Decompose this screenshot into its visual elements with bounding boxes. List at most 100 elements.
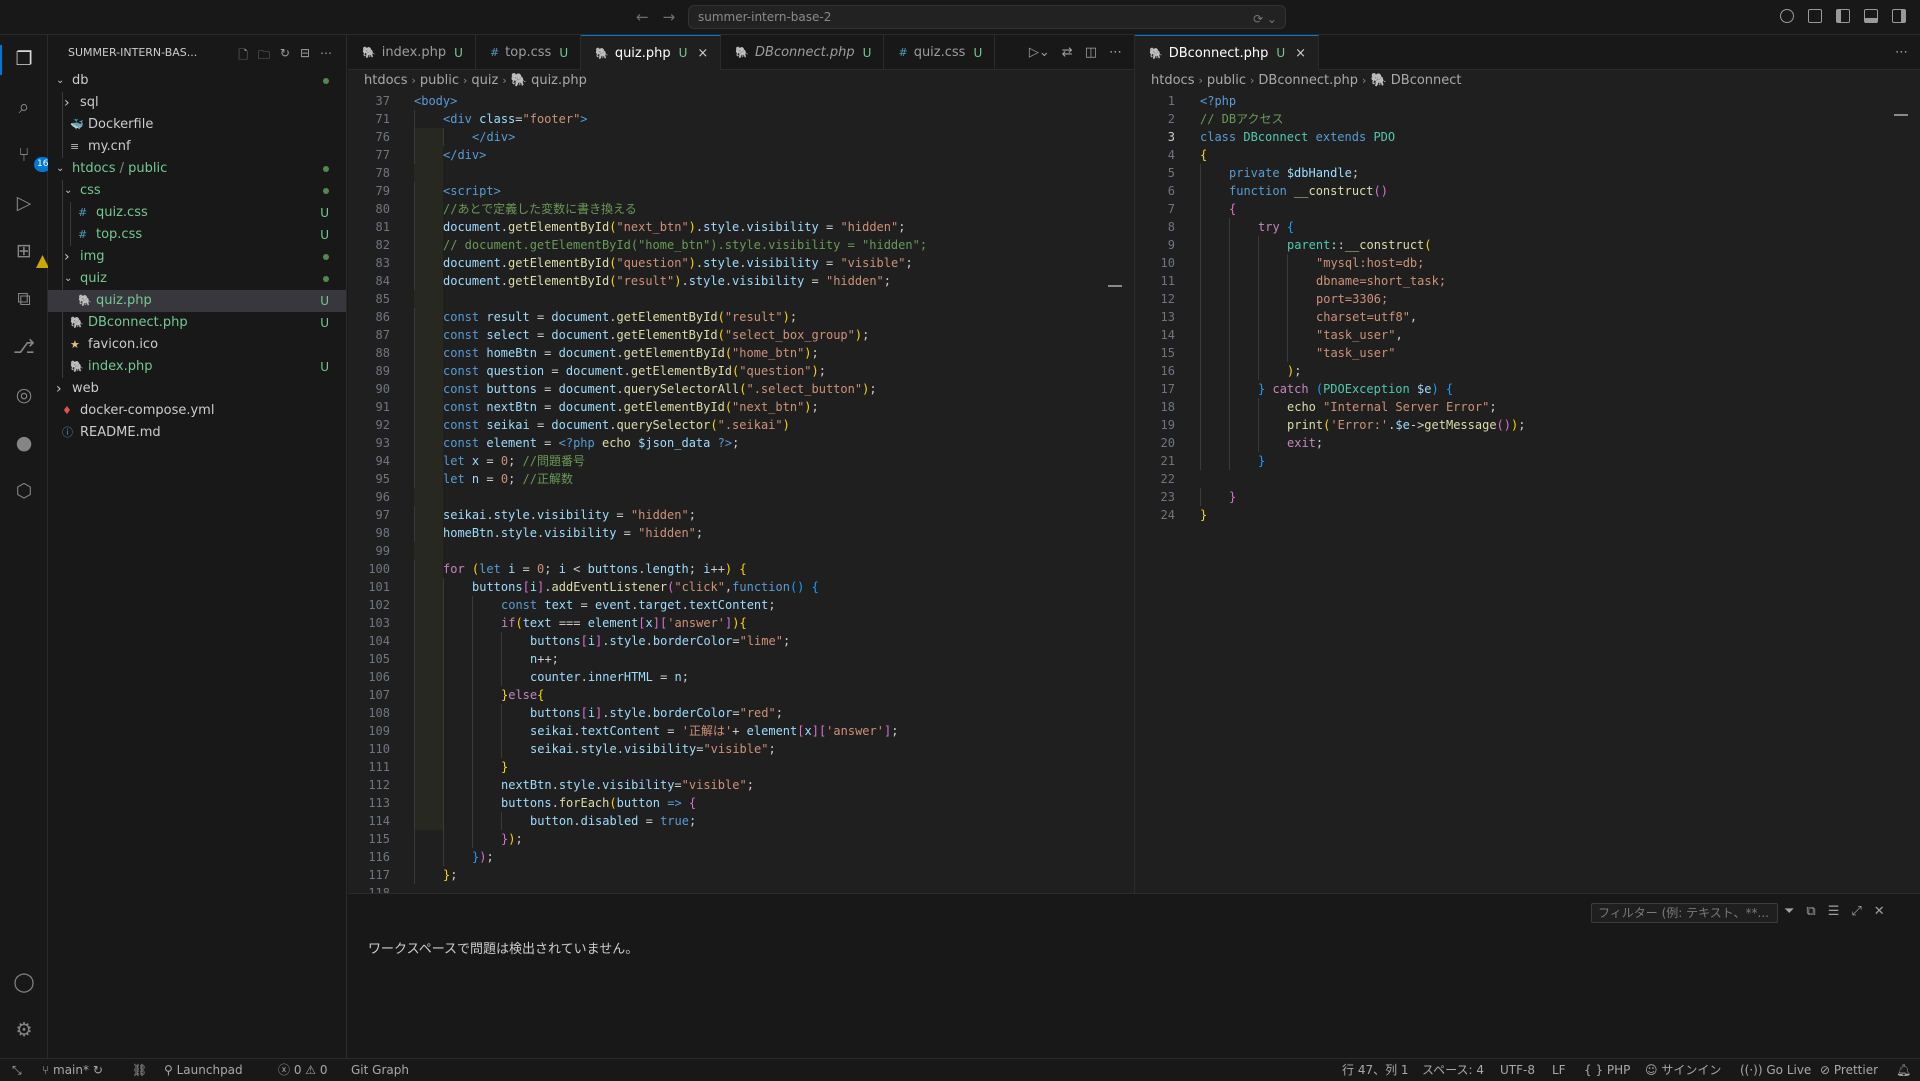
language-status[interactable]: { } PHP [1584, 1059, 1630, 1081]
breadcrumb-segment[interactable]: public [1207, 73, 1246, 88]
golive-status[interactable]: ((·)) Go Live [1740, 1059, 1811, 1081]
cursor-position[interactable]: 行 47、列 1 [1342, 1059, 1409, 1081]
branch-name: main* [53, 1063, 89, 1077]
collapse-all-icon[interactable]: ⊟ [300, 46, 310, 67]
git-graph-status[interactable]: Git Graph [351, 1059, 409, 1081]
editor-tab[interactable]: 🐘 index.php U [348, 35, 476, 70]
eol-status[interactable]: LF [1552, 1059, 1566, 1081]
branch-status[interactable]: ⑂ main* ↻ [42, 1059, 103, 1081]
close-icon[interactable]: × [1295, 46, 1306, 61]
code-text: nextBtn.style.visibility="visible"; [501, 778, 754, 792]
tree-item[interactable]: › web [48, 378, 346, 400]
copilot-icon[interactable]: ⟳ ⌄ [1253, 8, 1277, 30]
breadcrumb-segment[interactable]: DBconnect.php [1258, 73, 1358, 88]
accounts-toggle-icon[interactable] [1780, 9, 1794, 23]
breadcrumb-segment[interactable]: quiz.php [531, 73, 587, 88]
editor-tab[interactable]: 🐘 DBconnect.php U × [1135, 35, 1320, 70]
run-debug-icon[interactable]: ▷ [12, 191, 36, 215]
new-folder-icon[interactable]: 🗀 [258, 46, 270, 67]
notifications-bell-icon[interactable]: 🔔︎ [1896, 1059, 1911, 1081]
remote-icon[interactable]: ⤡ [12, 1059, 22, 1081]
breadcrumb-segment[interactable]: htdocs [1151, 73, 1194, 88]
toggle-primary-sidebar-icon[interactable] [1836, 9, 1850, 23]
account-icon[interactable]: ◯ [12, 970, 36, 994]
launchpad-status[interactable]: ⚲ Launchpad [164, 1059, 243, 1081]
problems-filter-input[interactable]: フィルター (例: テキスト、**... [1591, 903, 1778, 923]
new-file-icon[interactable]: 🗋 [238, 46, 248, 67]
database-icon[interactable]: ⬡ [12, 479, 36, 503]
tree-item[interactable]: ≡ my.cnf [48, 136, 346, 158]
source-control-icon[interactable]: ⑂ 16 [12, 143, 52, 172]
tree-item[interactable]: 🐳 Dockerfile [48, 114, 346, 136]
more-actions-icon[interactable]: ⋯ [1895, 45, 1908, 60]
close-panel-icon[interactable]: ✕ [1874, 904, 1885, 919]
view-as-list-icon[interactable]: ☰ [1828, 904, 1840, 919]
tab-label: top.css [505, 45, 552, 60]
tree-item[interactable]: ⓘ README.md [48, 422, 346, 444]
tree-item[interactable]: › sql [48, 92, 346, 114]
toggle-secondary-sidebar-icon[interactable] [1892, 9, 1906, 23]
tree-item[interactable]: 🐘 quiz.php U [48, 290, 346, 312]
git-graph-icon[interactable]: ⎇ [12, 335, 36, 359]
publish-icon[interactable]: ⛓ [132, 1059, 147, 1081]
tree-item[interactable]: ⌄ htdocs / public [48, 158, 346, 180]
search-icon[interactable]: ⌕ [12, 95, 36, 119]
code-text: let x = 0; //問題番号 [443, 454, 585, 468]
filter-icon[interactable]: ⏷ [1784, 904, 1794, 919]
editor-tab[interactable]: # quiz.css U [884, 35, 996, 70]
breadcrumb-segment[interactable]: public [420, 73, 459, 88]
indent-guide [472, 632, 473, 650]
code-text: { [1200, 148, 1208, 162]
command-center[interactable]: summer-intern-base-2 ⟳ ⌄ [688, 5, 1286, 29]
prettier-status[interactable]: ⊘ Prettier [1820, 1059, 1878, 1081]
settings-gear-icon[interactable]: ⚙ [12, 1018, 36, 1042]
maximize-panel-icon[interactable]: ⤢ [1851, 904, 1861, 919]
split-editor-icon[interactable]: ◫ [1085, 45, 1097, 60]
copy-icon[interactable]: ⧉ [1806, 904, 1815, 919]
explorer-icon[interactable]: ❐ [12, 47, 36, 71]
toggle-panel-icon[interactable] [1864, 9, 1878, 23]
tree-item[interactable]: ★ favicon.ico [48, 334, 346, 356]
customize-layout-icon[interactable] [1808, 9, 1822, 23]
editor-tab[interactable]: # top.css U [476, 35, 582, 70]
code-text: for (let i = 0; i < buttons.length; i++)… [443, 562, 747, 576]
tree-item[interactable]: ⌄ quiz [48, 268, 346, 290]
code-line: 16); [1135, 362, 1920, 380]
back-arrow-icon[interactable]: ← [636, 8, 649, 26]
encoding-status[interactable]: UTF-8 [1500, 1059, 1535, 1081]
gitlens-icon[interactable]: ◎ [12, 383, 36, 407]
tree-item[interactable]: 🐘 DBconnect.php U [48, 312, 346, 334]
more-actions-icon[interactable]: ⋯ [320, 46, 332, 67]
code-line: 101 buttons[i].addEventListener("click",f… [348, 578, 1134, 596]
tree-item[interactable]: # quiz.css U [48, 202, 346, 224]
indent-guide [472, 596, 473, 614]
extensions-icon[interactable]: ⊞ [12, 239, 49, 268]
tree-item[interactable]: › img [48, 246, 346, 268]
close-icon[interactable]: × [697, 46, 708, 61]
tree-item[interactable]: ⌄ css [48, 180, 346, 202]
tree-item[interactable]: # top.css U [48, 224, 346, 246]
tree-item[interactable]: ⌄ db [48, 70, 346, 92]
editor-tab[interactable]: 🐘 quiz.php U × [581, 35, 722, 70]
github-icon[interactable]: ● [12, 431, 36, 455]
run-icon[interactable]: ▷⌄ [1029, 45, 1050, 60]
editor-tab[interactable]: 🐘 DBconnect.php U [721, 35, 885, 70]
signin-status[interactable]: ☺ サインイン [1645, 1059, 1721, 1081]
refresh-icon[interactable]: ↻ [280, 46, 290, 67]
code-text: seikai.style.visibility="visible"; [530, 742, 776, 756]
indent-guide [62, 290, 63, 312]
code-text: function __construct() [1229, 184, 1388, 198]
forward-arrow-icon[interactable]: → [663, 8, 676, 26]
tree-item[interactable]: 🐘 index.php U [48, 356, 346, 378]
tree-item[interactable]: ♦ docker-compose.yml [48, 400, 346, 422]
remote-explorer-icon[interactable]: ⧉ [12, 287, 36, 311]
problems-status[interactable]: ⓧ 0 ⚠ 0 [278, 1059, 328, 1081]
breadcrumb-segment[interactable]: quiz [471, 73, 498, 88]
code-line: 104 buttons[i].style.borderColor="lime"; [348, 632, 1134, 650]
breadcrumb-segment[interactable]: htdocs [364, 73, 407, 88]
more-actions-icon[interactable]: ⋯ [1109, 45, 1122, 60]
breadcrumb-segment[interactable]: DBconnect [1391, 73, 1462, 88]
indent-status[interactable]: スペース: 4 [1422, 1059, 1484, 1081]
compare-changes-icon[interactable]: ⇄ [1062, 45, 1073, 60]
code-line: 103 if(text === element[x]['answer']){ [348, 614, 1134, 632]
